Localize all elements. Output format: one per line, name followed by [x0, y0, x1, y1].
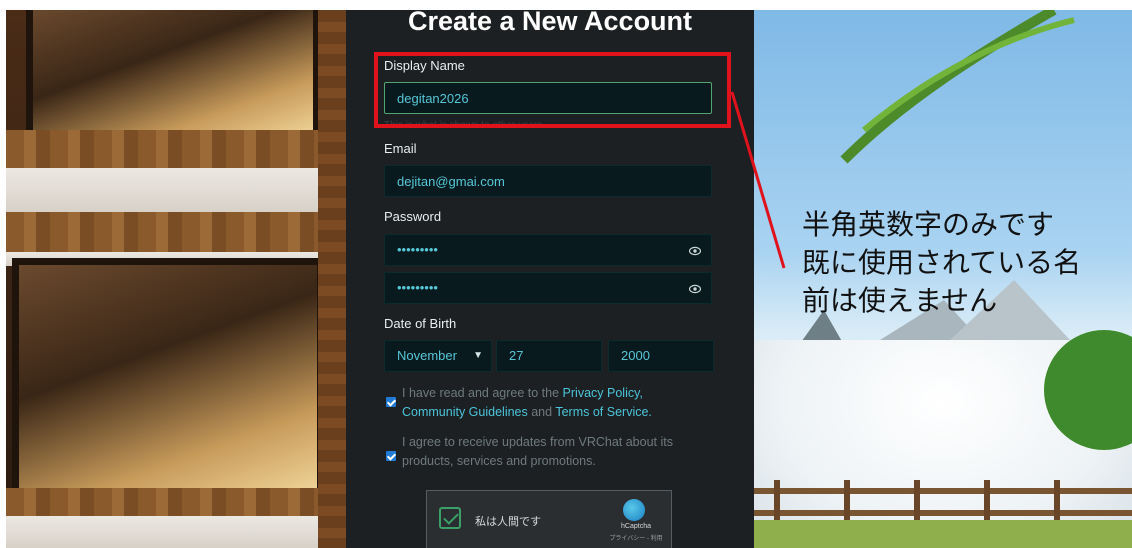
email-input[interactable] — [384, 165, 712, 197]
annotation-line-3: 前は使えません — [802, 284, 998, 317]
privacy-agree-and: and — [531, 405, 553, 419]
form-title: Create a New Account — [407, 10, 693, 36]
wood-pillar — [318, 10, 346, 548]
wood-beam-middle — [6, 212, 346, 252]
terms-of-service-link[interactable]: Terms of Service. — [555, 405, 652, 419]
privacy-agree-prefix: I have read and agree to the — [402, 386, 560, 400]
dob-month-select[interactable]: November ▼ — [384, 340, 492, 372]
dob-label: Date of Birth — [384, 316, 457, 331]
eye-icon[interactable] — [689, 245, 701, 257]
tree-foliage — [1044, 330, 1132, 450]
hcaptcha-widget[interactable]: 私は人間です hCaptcha プライバシー - 利用 — [426, 490, 672, 548]
lower-window — [12, 258, 324, 502]
fence-rail-top — [754, 488, 1132, 494]
dob-day-input[interactable]: 27 — [496, 340, 602, 372]
wood-beam-lower — [6, 488, 346, 516]
eye-icon[interactable] — [689, 283, 701, 295]
hcaptcha-brand: hCaptcha — [621, 523, 651, 530]
fence-rail-bottom — [754, 510, 1132, 516]
left-background-scene — [6, 10, 346, 548]
grass-strip — [754, 520, 1132, 548]
password-label: Password — [384, 209, 442, 224]
white-wall-band-upper — [6, 168, 326, 212]
community-guidelines-link[interactable]: Community Guidelines — [402, 405, 528, 419]
dob-year-input[interactable]: 2000 — [608, 340, 714, 372]
hcaptcha-checkbox[interactable] — [439, 507, 461, 529]
hcaptcha-logo-icon — [623, 499, 645, 521]
password-confirm-value: ••••••••• — [397, 280, 438, 295]
privacy-policy-link[interactable]: Privacy Policy, — [563, 386, 643, 400]
hcaptcha-privacy-terms[interactable]: プライバシー - 利用 — [609, 533, 663, 542]
screenshot-stage: Create a New Account Display Name This i… — [6, 10, 1132, 548]
updates-checkbox[interactable] — [386, 451, 396, 461]
hcaptcha-label: 私は人間です — [475, 516, 541, 528]
annotation-line-1: 半角英数字のみです — [802, 208, 1055, 241]
wood-beam-upper — [6, 130, 346, 168]
password-confirm-input[interactable]: ••••••••• — [384, 272, 712, 304]
updates-agree-text: I agree to receive updates from VRChat a… — [402, 435, 673, 468]
display-name-highlight-box — [374, 52, 731, 128]
chevron-down-icon: ▼ — [473, 350, 483, 361]
privacy-agree-checkbox[interactable] — [386, 397, 396, 407]
annotation-note: 半角英数字のみです 既に使用されている名 前は使えません — [802, 206, 1122, 320]
password-input[interactable]: ••••••••• — [384, 234, 712, 266]
upper-window — [26, 10, 320, 144]
dob-month-value: November — [397, 348, 457, 363]
password-value: ••••••••• — [397, 242, 438, 257]
email-label: Email — [384, 141, 417, 156]
annotation-line-2: 既に使用されている名 — [802, 246, 1082, 279]
privacy-agree-text: I have read and agree to the Privacy Pol… — [402, 384, 702, 422]
white-wall-band-lower — [6, 516, 326, 548]
